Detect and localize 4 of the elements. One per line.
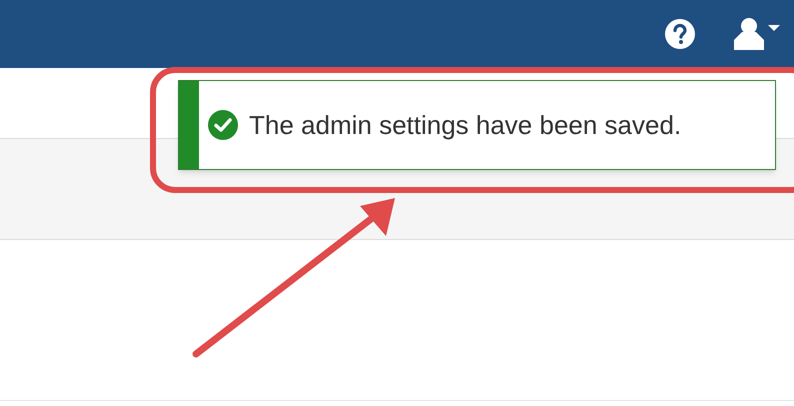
notification-message: The admin settings have been saved. <box>249 108 682 142</box>
check-circle-icon <box>207 109 239 141</box>
user-menu-icon[interactable] <box>734 16 780 52</box>
help-icon[interactable] <box>664 18 696 50</box>
